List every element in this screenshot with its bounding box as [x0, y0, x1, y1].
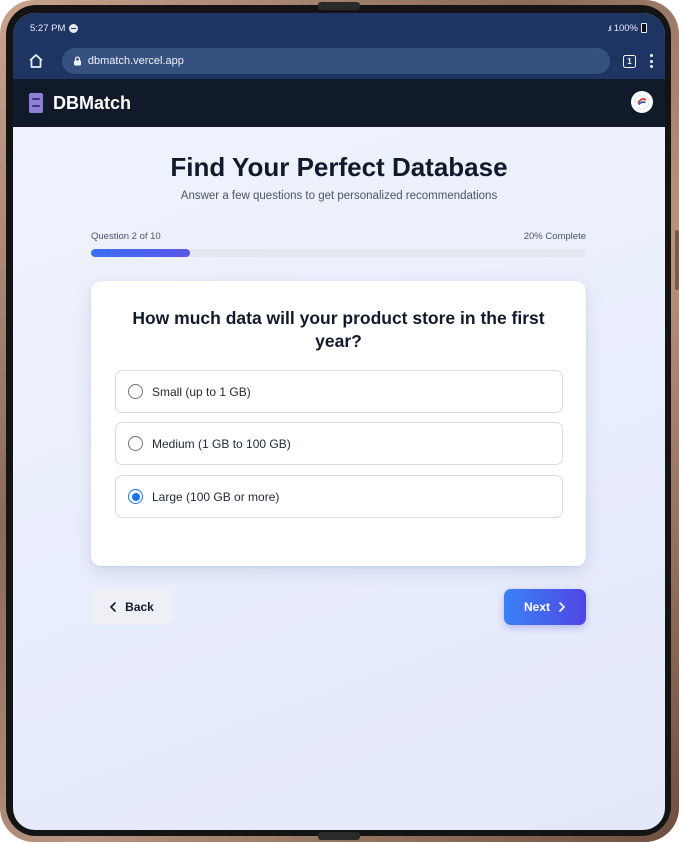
option-label: Medium (1 GB to 100 GB)	[152, 436, 291, 451]
option-label: Small (up to 1 GB)	[152, 384, 251, 399]
lock-icon	[73, 56, 81, 66]
hinge-bottom	[318, 832, 360, 840]
radio-button[interactable]	[128, 436, 143, 451]
option-small[interactable]: Small (up to 1 GB)	[115, 370, 563, 413]
battery-percent: 100%	[613, 22, 638, 34]
home-icon[interactable]	[25, 50, 47, 72]
status-bar: 5:27 PM .ıl 100%	[13, 13, 665, 43]
url-text: dbmatch.vercel.app	[87, 55, 184, 67]
tab-count: 1	[627, 56, 632, 66]
progress-bar-fill	[91, 249, 190, 257]
hinge-top	[318, 2, 360, 10]
page-title: Find Your Perfect Database	[170, 152, 508, 182]
progress-percent: 20% Complete	[523, 231, 586, 242]
screen: 5:27 PM .ıl 100% dbmatch.vercel.app 1 DB…	[13, 13, 665, 830]
next-button[interactable]: Next	[504, 589, 586, 625]
option-medium[interactable]: Medium (1 GB to 100 GB)	[115, 422, 563, 465]
option-label: Large (100 GB or more)	[152, 489, 280, 504]
app-title[interactable]: DBMatch	[53, 93, 131, 114]
progress-bar	[91, 249, 586, 257]
power-button	[675, 230, 679, 290]
page-subtitle: Answer a few questions to get personaliz…	[180, 190, 498, 202]
question-card: How much data will your product store in…	[91, 281, 586, 566]
radio-button[interactable]	[128, 489, 143, 504]
question-text: How much data will your product store in…	[132, 308, 545, 351]
signal-icon: .ıl	[607, 23, 611, 33]
battery-icon	[641, 23, 647, 33]
option-large[interactable]: Large (100 GB or more)	[115, 475, 563, 518]
browser-toolbar: dbmatch.vercel.app 1	[13, 43, 665, 79]
next-label: Next	[523, 600, 550, 614]
question-counter: Question 2 of 10	[91, 231, 161, 242]
database-logo-icon	[29, 93, 43, 113]
do-not-disturb-icon	[69, 23, 79, 33]
address-bar[interactable]: dbmatch.vercel.app	[61, 48, 611, 74]
tabs-icon[interactable]: 1	[623, 54, 636, 68]
chevron-left-icon	[110, 602, 116, 612]
avatar-icon	[634, 94, 650, 110]
avatar[interactable]	[631, 91, 653, 113]
device-frame: 5:27 PM .ıl 100% dbmatch.vercel.app 1 DB…	[0, 0, 679, 842]
back-button[interactable]: Back	[91, 589, 172, 625]
status-time: 5:27 PM	[30, 22, 66, 34]
back-label: Back	[125, 600, 154, 614]
app-header: DBMatch	[13, 79, 665, 127]
more-menu-icon[interactable]	[649, 54, 653, 68]
chevron-right-icon	[559, 602, 565, 612]
radio-button[interactable]	[128, 384, 143, 399]
